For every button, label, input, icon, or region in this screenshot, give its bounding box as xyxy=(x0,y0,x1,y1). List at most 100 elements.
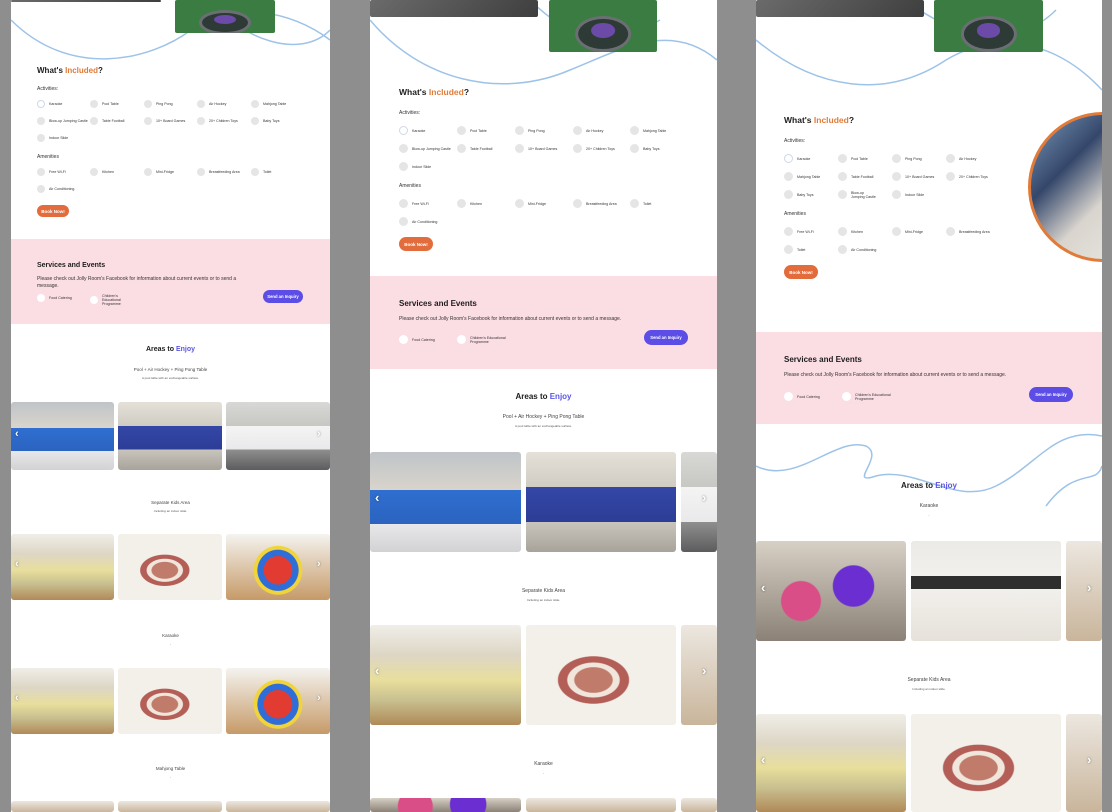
activity-icon xyxy=(630,126,639,135)
amenity-icon xyxy=(838,245,847,254)
chevron-left-icon[interactable]: ‹ xyxy=(15,428,19,440)
kids-area-title: Separate Kids Area xyxy=(521,588,566,594)
services-text: Please check out Jolly Room's Facebook f… xyxy=(784,372,1007,378)
mahjong-table-photo xyxy=(549,0,657,52)
chevron-left-icon[interactable]: ‹ xyxy=(375,663,379,678)
activity-icon xyxy=(399,126,408,135)
karaoke-room-photo xyxy=(911,541,1061,641)
pool-table-photo xyxy=(11,402,114,470)
amenities-label: Amenities xyxy=(399,183,421,189)
chevron-right-icon[interactable]: › xyxy=(702,490,706,505)
activity-item: Ping Pong xyxy=(515,126,545,135)
activity-icon xyxy=(90,117,98,125)
bouncy-castle-photo xyxy=(226,534,330,600)
amenity-icon xyxy=(399,199,408,208)
amenity-icon xyxy=(37,185,45,193)
activity-icon xyxy=(573,144,582,153)
amenity-icon xyxy=(784,245,793,254)
amenities-label: Amenities xyxy=(784,211,806,217)
chevron-left-icon[interactable]: ‹ xyxy=(761,580,765,595)
activity-icon xyxy=(838,172,847,181)
activity-icon xyxy=(197,117,205,125)
chevron-left-icon[interactable]: ‹ xyxy=(15,558,19,570)
activity-item: Baby Toys xyxy=(630,144,660,153)
mahjong-photo xyxy=(11,801,114,812)
option-icon xyxy=(842,392,851,401)
pool-table-photo xyxy=(370,452,521,552)
service-option: Children's Educational Programme xyxy=(842,392,892,401)
activity-item: Mahjong Table xyxy=(784,172,820,181)
activity-item: 20+ Children Toys xyxy=(573,144,615,153)
activity-item: Mahjong Table xyxy=(251,100,286,108)
activity-item: Blow-up Jumping Castle xyxy=(37,117,88,125)
activity-icon xyxy=(784,190,793,199)
activity-icon xyxy=(892,190,901,199)
amenity-item: Mini-Fridge xyxy=(892,227,923,236)
amenity-item: Breastfeeding Area xyxy=(197,168,240,176)
activity-item: Indoor Slide xyxy=(892,190,924,199)
activity-item: Karaoke xyxy=(399,126,425,135)
services-title: Services and Events xyxy=(399,299,477,308)
send-inquiry-button[interactable]: Send an Inquiry xyxy=(263,290,303,303)
top-photo xyxy=(11,0,161,2)
activity-icon xyxy=(37,117,45,125)
activity-icon xyxy=(251,117,259,125)
chevron-right-icon[interactable]: › xyxy=(317,558,321,570)
mahjong-photo xyxy=(118,801,222,812)
ping-pong-photo xyxy=(118,402,222,470)
activity-item: 10+ Board Games xyxy=(892,172,934,181)
karaoke-photo xyxy=(1066,541,1102,641)
activity-icon xyxy=(515,126,524,135)
pool-area-caption: A pool table with an exchangeable surfac… xyxy=(514,424,573,428)
chevron-left-icon[interactable]: ‹ xyxy=(375,490,379,505)
services-title: Services and Events xyxy=(784,355,862,364)
mahjong-area-title: Mahjong Table xyxy=(155,766,186,771)
service-option: Food Catering xyxy=(399,335,435,344)
activity-icon xyxy=(838,190,847,199)
amenity-item: Free Wi-Fi xyxy=(399,199,429,208)
chevron-right-icon[interactable]: › xyxy=(1087,580,1091,595)
service-option: Food Catering xyxy=(784,392,820,401)
karaoke-photo xyxy=(756,541,906,641)
chevron-right-icon[interactable]: › xyxy=(317,428,321,440)
activity-item: Ping Pong xyxy=(892,154,922,163)
karaoke-area-title: Karaoke xyxy=(162,633,179,638)
amenity-icon xyxy=(37,168,45,176)
amenity-item: Free Wi-Fi xyxy=(37,168,66,176)
karaoke-area-caption: - xyxy=(928,513,930,517)
send-inquiry-button[interactable]: Send an Inquiry xyxy=(644,330,688,345)
activity-item: Mahjong Table xyxy=(630,126,666,135)
activity-icon xyxy=(784,172,793,181)
air-hockey-photo xyxy=(226,402,330,470)
option-icon xyxy=(90,296,98,304)
book-now-button[interactable]: Book Now! xyxy=(37,205,69,217)
kids-area-caption: Including an indoor slide. xyxy=(526,598,561,602)
amenity-icon xyxy=(251,168,259,176)
activity-icon xyxy=(515,144,524,153)
activity-icon xyxy=(399,144,408,153)
amenity-item: Breastfeeding Area xyxy=(946,227,990,236)
slide-photo xyxy=(370,625,521,725)
activity-item: Pool Table xyxy=(457,126,487,135)
karaoke-photo xyxy=(370,798,521,812)
activity-icon xyxy=(144,100,152,108)
chevron-left-icon[interactable]: ‹ xyxy=(761,752,765,767)
mahjong-table-photo xyxy=(175,0,275,33)
chevron-right-icon[interactable]: › xyxy=(1087,752,1091,767)
slide-photo xyxy=(11,668,114,734)
send-inquiry-button[interactable]: Send an Inquiry xyxy=(1029,387,1073,402)
amenity-icon xyxy=(630,199,639,208)
amenity-icon xyxy=(457,199,466,208)
chevron-right-icon[interactable]: › xyxy=(317,692,321,704)
amenity-icon xyxy=(946,227,955,236)
services-text: Please check out Jolly Room's Facebook f… xyxy=(37,276,237,289)
activity-item: Indoor Slide xyxy=(399,162,431,171)
option-icon xyxy=(457,335,466,344)
book-now-button[interactable]: Book Now! xyxy=(399,237,433,251)
chevron-right-icon[interactable]: › xyxy=(702,663,706,678)
kids-area-photo xyxy=(681,625,717,725)
activity-icon xyxy=(838,154,847,163)
book-now-button[interactable]: Book Now! xyxy=(784,265,818,279)
karaoke-area-caption: - xyxy=(170,642,171,646)
chevron-left-icon[interactable]: ‹ xyxy=(15,692,19,704)
